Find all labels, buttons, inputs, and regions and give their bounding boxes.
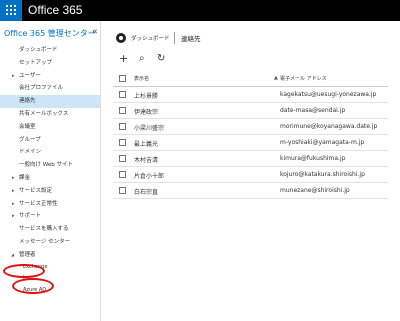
- search-icon[interactable]: ⌕: [139, 53, 145, 65]
- table-row[interactable]: 小梁川盛宗 morimune@koyanagawa.date.jp: [113, 119, 388, 135]
- sidebar-item-groups[interactable]: グループ: [0, 134, 100, 147]
- contact-email: date-masa@sendai.jp: [280, 107, 346, 114]
- sidebar-item-support[interactable]: サポート: [0, 210, 100, 223]
- contact-email: morimune@koyanagawa.date.jp: [280, 123, 378, 130]
- contact-email: m-yoshiaki@yamagata-m.jp: [280, 139, 365, 146]
- sidebar-subitem-exchange[interactable]: Exchange: [0, 262, 100, 274]
- row-checkbox[interactable]: [119, 171, 126, 178]
- row-checkbox[interactable]: [119, 139, 126, 146]
- contact-display-name[interactable]: 伊達政宗: [134, 107, 158, 116]
- contacts-table: 表示名 ▲ 電子メール アドレス 上杉景勝 kagekatsu@uesugi-yo…: [113, 71, 388, 199]
- top-bar: Office 365: [0, 0, 400, 21]
- row-checkbox[interactable]: [119, 155, 126, 162]
- sidebar-item-public-website[interactable]: 一般向け Web サイト: [0, 159, 100, 172]
- admin-center-title: Office 365 管理センター: [4, 29, 96, 38]
- row-checkbox[interactable]: [119, 123, 126, 130]
- row-checkbox[interactable]: [119, 107, 126, 114]
- row-checkbox[interactable]: [119, 187, 126, 194]
- table-row[interactable]: 片倉小十郎 kojuro@katakura.shiroishi.jp: [113, 167, 388, 183]
- main-content: ダッシュボード 連絡先 + ⌕ ↻ 表示名 ▲ 電子メール アドレス 上杉景勝 k…: [101, 21, 400, 321]
- sidebar-item-purchase-services[interactable]: サービスを購入する: [0, 223, 100, 236]
- select-all-checkbox[interactable]: [119, 75, 126, 82]
- sidebar-item-service-settings[interactable]: サービス設定: [0, 185, 100, 198]
- contact-display-name[interactable]: 片倉小十郎: [134, 171, 164, 180]
- dashboard-icon[interactable]: [116, 33, 126, 43]
- row-checkbox[interactable]: [119, 91, 126, 98]
- sidebar-item-billing[interactable]: 課金: [0, 172, 100, 185]
- app-title[interactable]: Office 365: [28, 3, 82, 17]
- sidebar-item-company-profile[interactable]: 会社プロファイル: [0, 82, 100, 95]
- sort-ascending-icon[interactable]: ▲: [274, 75, 278, 81]
- contact-display-name[interactable]: 最上義光: [134, 139, 158, 148]
- contact-display-name[interactable]: 木村吉清: [134, 155, 158, 164]
- sidebar-subitem-azure-ad[interactable]: Azure AD: [0, 285, 100, 297]
- add-icon[interactable]: +: [119, 53, 128, 65]
- sidebar-nav: ダッシュボード セットアップ ユーザー 会社プロファイル 連絡先 共有メールボッ…: [0, 44, 100, 296]
- table-row[interactable]: 木村吉清 kimura@fukushima.jp: [113, 151, 388, 167]
- sidebar: Office 365 管理センター « ダッシュボード セットアップ ユーザー …: [0, 21, 101, 321]
- sidebar-item-service-health[interactable]: サービス正常性: [0, 198, 100, 211]
- breadcrumb-dashboard[interactable]: ダッシュボード: [131, 34, 170, 42]
- contact-email: kimura@fukushima.jp: [280, 155, 346, 162]
- breadcrumb-divider: [174, 32, 175, 44]
- contact-email: munezane@shiroishi.jp: [280, 187, 350, 194]
- sidebar-item-setup[interactable]: セットアップ: [0, 57, 100, 70]
- sidebar-subitem-lync[interactable]: Lync: [0, 273, 100, 285]
- collapse-icon[interactable]: «: [92, 27, 98, 37]
- sidebar-item-meeting-rooms[interactable]: 会議室: [0, 121, 100, 134]
- contact-display-name[interactable]: 上杉景勝: [134, 91, 158, 100]
- table-row[interactable]: 伊達政宗 date-masa@sendai.jp: [113, 103, 388, 119]
- sidebar-item-message-center[interactable]: メッセージ センター: [0, 236, 100, 249]
- sidebar-item-users[interactable]: ユーザー: [0, 70, 100, 83]
- contact-email: kagekatsu@uesugi-yonezawa.jp: [280, 91, 377, 98]
- table-header: 表示名 ▲ 電子メール アドレス: [113, 71, 388, 87]
- sidebar-item-domains[interactable]: ドメイン: [0, 146, 100, 159]
- table-row[interactable]: 上杉景勝 kagekatsu@uesugi-yonezawa.jp: [113, 87, 388, 103]
- sidebar-item-dashboard[interactable]: ダッシュボード: [0, 44, 100, 57]
- sidebar-item-admin[interactable]: 管理者: [0, 249, 100, 262]
- column-header-email[interactable]: 電子メール アドレス: [280, 75, 327, 82]
- app-launcher-icon[interactable]: [0, 0, 22, 21]
- table-row[interactable]: 白石宗直 munezane@shiroishi.jp: [113, 183, 388, 199]
- page-title: 連絡先: [181, 35, 201, 43]
- contact-email: kojuro@katakura.shiroishi.jp: [280, 171, 365, 178]
- sidebar-item-contacts[interactable]: 連絡先: [0, 95, 100, 108]
- table-row[interactable]: 最上義光 m-yoshiaki@yamagata-m.jp: [113, 135, 388, 151]
- sidebar-item-shared-mailboxes[interactable]: 共有メールボックス: [0, 108, 100, 121]
- contact-display-name[interactable]: 小梁川盛宗: [134, 123, 164, 132]
- contact-display-name[interactable]: 白石宗直: [134, 187, 158, 196]
- refresh-icon[interactable]: ↻: [157, 53, 165, 65]
- column-header-display-name[interactable]: 表示名: [134, 75, 149, 82]
